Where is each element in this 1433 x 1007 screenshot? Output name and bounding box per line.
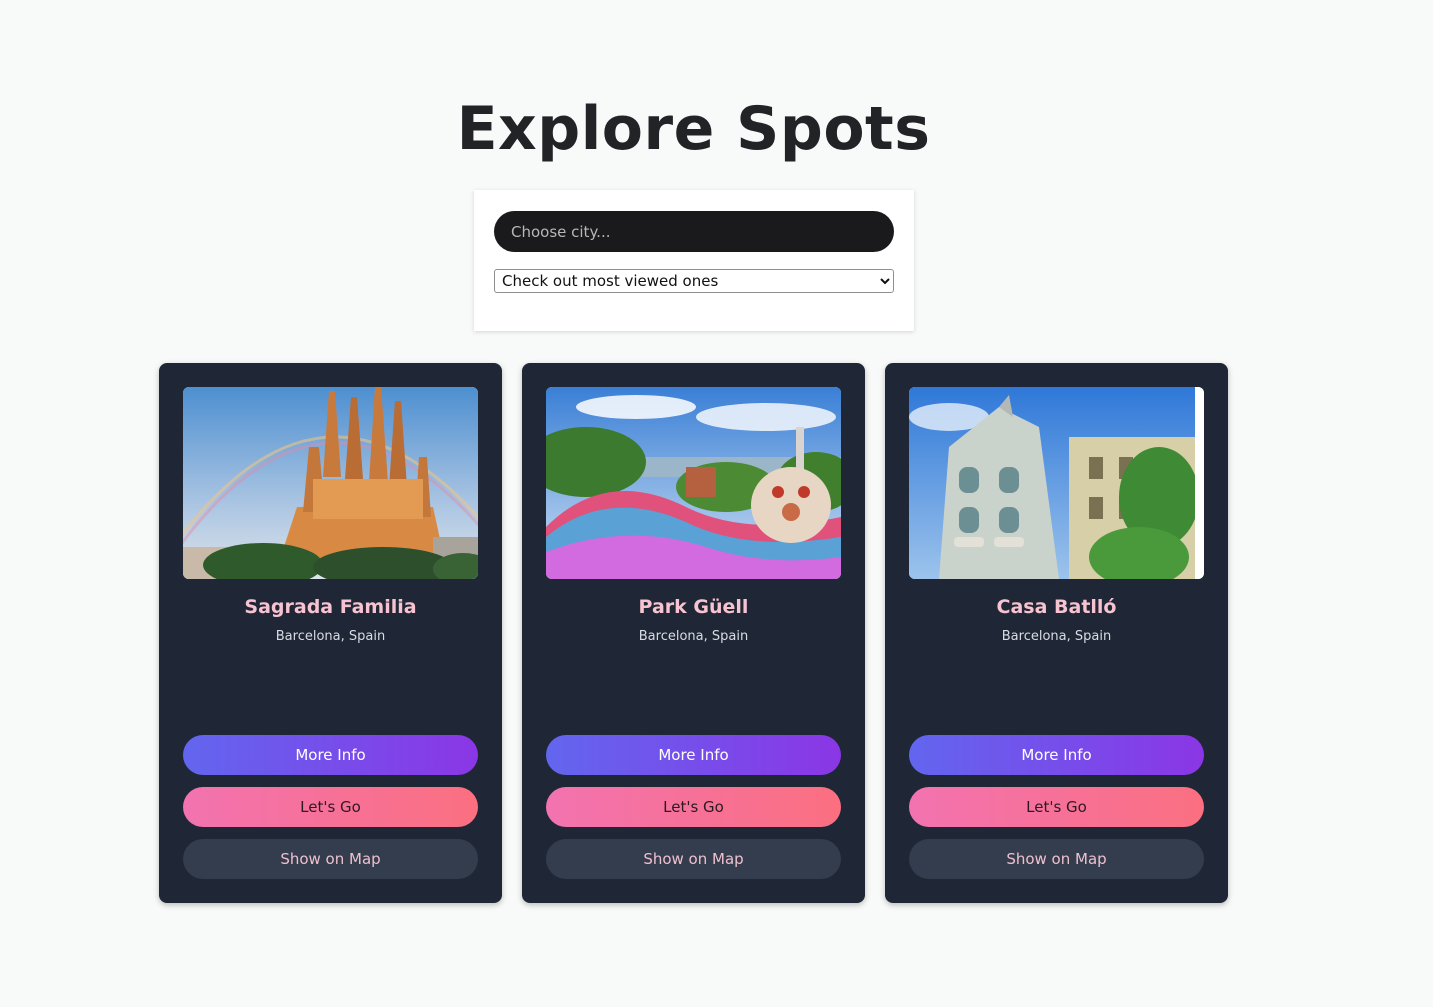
spot-location: Barcelona, Spain [638, 629, 749, 644]
spot-card: Casa Batlló Barcelona, Spain More Info L… [885, 363, 1228, 903]
more-info-button[interactable]: More Info [183, 735, 478, 775]
more-info-button[interactable]: More Info [909, 735, 1204, 775]
spot-image[interactable] [183, 387, 478, 579]
lets-go-button[interactable]: Let's Go [183, 787, 478, 827]
spot-image[interactable] [909, 387, 1204, 579]
lets-go-button[interactable]: Let's Go [909, 787, 1204, 827]
city-search-input[interactable] [494, 211, 894, 252]
spot-title: Sagrada Familia [244, 596, 417, 618]
page-title: Explore Spots [456, 94, 931, 164]
spot-card: Park Güell Barcelona, Spain More Info Le… [522, 363, 865, 903]
spot-card: Sagrada Familia Barcelona, Spain More In… [159, 363, 502, 903]
more-info-button[interactable]: More Info [546, 735, 841, 775]
building-facade-photo-icon [909, 387, 1204, 579]
search-panel: Check out most viewed ones [474, 190, 914, 331]
mosaic-park-photo-icon [546, 387, 841, 579]
cathedral-photo-icon [183, 387, 478, 579]
spot-title: Park Güell [638, 596, 749, 618]
show-on-map-button[interactable]: Show on Map [909, 839, 1204, 879]
show-on-map-button[interactable]: Show on Map [183, 839, 478, 879]
lets-go-button[interactable]: Let's Go [546, 787, 841, 827]
spot-location: Barcelona, Spain [1001, 629, 1112, 644]
spot-image[interactable] [546, 387, 841, 579]
spot-location: Barcelona, Spain [275, 629, 386, 644]
show-on-map-button[interactable]: Show on Map [546, 839, 841, 879]
spot-title: Casa Batlló [996, 596, 1117, 618]
sort-select[interactable]: Check out most viewed ones [494, 269, 894, 293]
